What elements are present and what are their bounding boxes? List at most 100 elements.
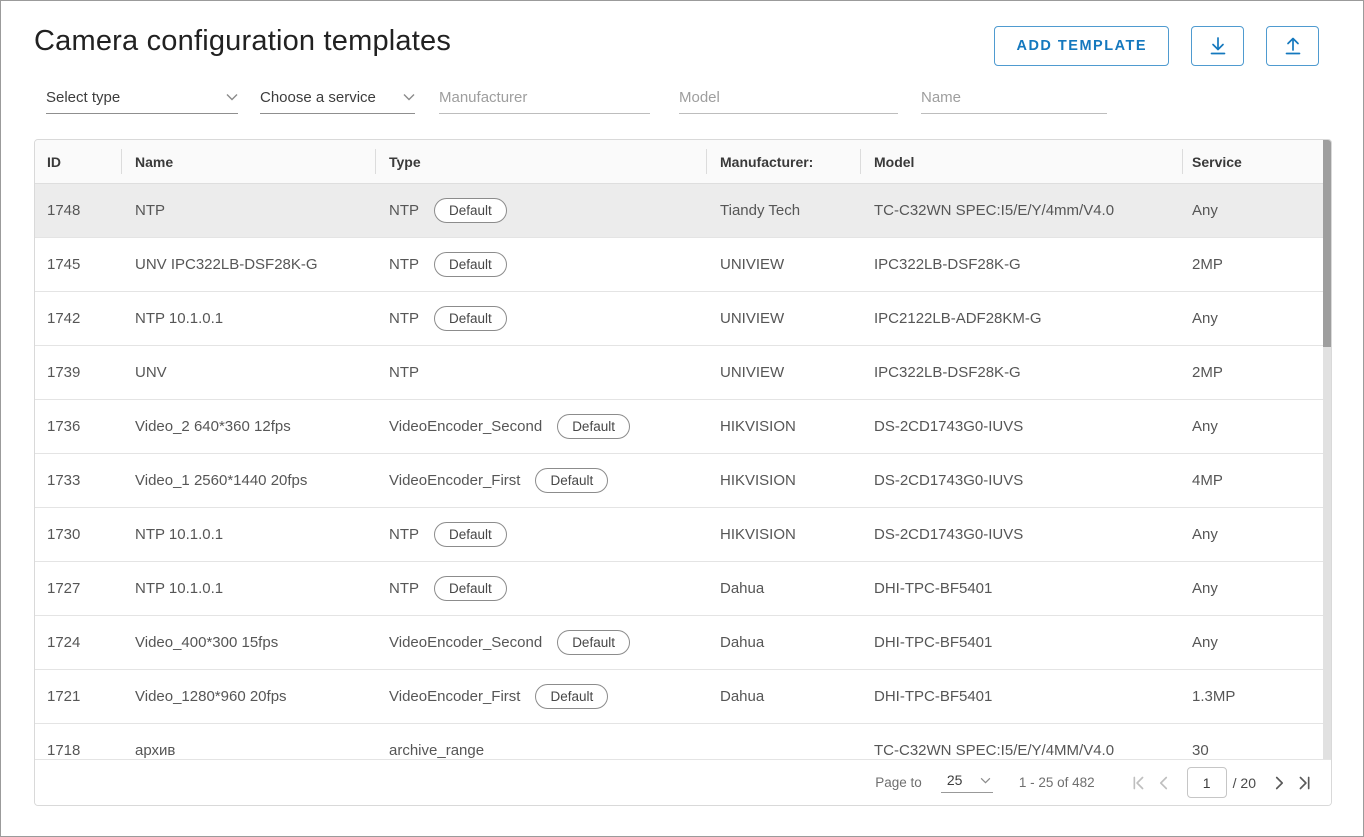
cell-service: Any — [1182, 634, 1331, 651]
model-input[interactable] — [679, 89, 898, 106]
cell-id: 1721 — [35, 688, 121, 705]
cell-type: NTP Default — [375, 198, 706, 223]
cell-model: DHI-TPC-BF5401 — [860, 634, 1182, 651]
table-body: 1748 NTP NTP Default Tiandy Tech TC-C32W… — [35, 184, 1331, 761]
last-page-icon — [1294, 772, 1316, 794]
table-header: ID Name Type Manufacturer: Model Service — [35, 140, 1331, 184]
name-input[interactable] — [921, 89, 1107, 106]
cell-manufacturer: Dahua — [706, 688, 860, 705]
cell-name: UNV — [121, 364, 375, 381]
cell-id: 1718 — [35, 742, 121, 759]
cell-name: Video_1280*960 20fps — [121, 688, 375, 705]
cell-type-label: VideoEncoder_Second — [389, 634, 542, 651]
cell-model: DS-2CD1743G0-IUVS — [860, 418, 1182, 435]
cell-service: 2MP — [1182, 256, 1331, 273]
cell-model: TC-C32WN SPEC:I5/E/Y/4mm/V4.0 — [860, 202, 1182, 219]
table-scrollbar[interactable] — [1323, 140, 1331, 760]
cell-model: IPC322LB-DSF28K-G — [860, 364, 1182, 381]
cell-model: DHI-TPC-BF5401 — [860, 580, 1182, 597]
cell-service: 4MP — [1182, 472, 1331, 489]
previous-page-button[interactable] — [1151, 770, 1177, 796]
manufacturer-input[interactable] — [439, 89, 650, 106]
cell-id: 1748 — [35, 202, 121, 219]
cell-type: VideoEncoder_Second Default — [375, 630, 706, 655]
table-row[interactable]: 1727 NTP 10.1.0.1 NTP Default Dahua DHI-… — [35, 562, 1331, 616]
cell-name: NTP 10.1.0.1 — [121, 526, 375, 543]
import-button[interactable] — [1191, 26, 1244, 66]
table-row[interactable]: 1724 Video_400*300 15fps VideoEncoder_Se… — [35, 616, 1331, 670]
cell-type-label: NTP — [389, 310, 419, 327]
service-select-value: Choose a service — [260, 89, 376, 106]
cell-id: 1736 — [35, 418, 121, 435]
cell-model: DS-2CD1743G0-IUVS — [860, 472, 1182, 489]
cell-name: Video_2 640*360 12fps — [121, 418, 375, 435]
cell-manufacturer: Tiandy Tech — [706, 202, 860, 219]
default-badge: Default — [434, 198, 507, 223]
chevron-down-icon — [226, 93, 238, 101]
first-page-icon — [1127, 772, 1149, 794]
cell-model: TC-C32WN SPEC:I5/E/Y/4MM/V4.0 — [860, 742, 1182, 759]
add-template-button[interactable]: ADD TEMPLATE — [994, 26, 1169, 66]
default-badge: Default — [434, 306, 507, 331]
top-actions: ADD TEMPLATE — [994, 26, 1319, 66]
service-select[interactable]: Choose a service — [260, 85, 415, 114]
last-page-button[interactable] — [1292, 770, 1318, 796]
cell-name: Video_1 2560*1440 20fps — [121, 472, 375, 489]
cell-type-label: NTP — [389, 364, 419, 381]
table-row[interactable]: 1721 Video_1280*960 20fps VideoEncoder_F… — [35, 670, 1331, 724]
column-header-type: Type — [375, 140, 706, 183]
download-icon — [1206, 34, 1230, 58]
table-row[interactable]: 1742 NTP 10.1.0.1 NTP Default UNIVIEW IP… — [35, 292, 1331, 346]
default-badge: Default — [434, 522, 507, 547]
default-badge: Default — [434, 576, 507, 601]
table-row[interactable]: 1739 UNV NTP UNIVIEW IPC322LB-DSF28K-G 2… — [35, 346, 1331, 400]
cell-manufacturer: UNIVIEW — [706, 364, 860, 381]
table-row[interactable]: 1718 архив archive_range TC-C32WN SPEC:I… — [35, 724, 1331, 761]
page-size-select[interactable]: 25 — [941, 772, 993, 793]
first-page-button[interactable] — [1125, 770, 1151, 796]
type-select[interactable]: Select type — [46, 85, 238, 114]
column-header-id: ID — [35, 140, 121, 183]
cell-service: 1.3MP — [1182, 688, 1331, 705]
default-badge: Default — [434, 252, 507, 277]
scrollbar-thumb[interactable] — [1323, 140, 1331, 347]
next-page-button[interactable] — [1266, 770, 1292, 796]
cell-model: IPC2122LB-ADF28KM-G — [860, 310, 1182, 327]
cell-service: Any — [1182, 202, 1331, 219]
cell-type-label: NTP — [389, 526, 419, 543]
chevron-down-icon — [980, 777, 991, 784]
upload-icon — [1281, 34, 1305, 58]
cell-name: архив — [121, 742, 375, 759]
cell-name: Video_400*300 15fps — [121, 634, 375, 651]
cell-type: NTP Default — [375, 252, 706, 277]
table-row[interactable]: 1733 Video_1 2560*1440 20fps VideoEncode… — [35, 454, 1331, 508]
column-header-manufacturer: Manufacturer: — [706, 140, 860, 183]
cell-model: IPC322LB-DSF28K-G — [860, 256, 1182, 273]
cell-type: VideoEncoder_First Default — [375, 468, 706, 493]
page-number-input[interactable] — [1187, 767, 1227, 798]
cell-name: UNV IPC322LB-DSF28K-G — [121, 256, 375, 273]
page-to-label: Page to — [875, 775, 922, 790]
model-field — [679, 85, 898, 114]
cell-manufacturer: UNIVIEW — [706, 310, 860, 327]
cell-type: NTP — [375, 364, 706, 381]
table-row[interactable]: 1736 Video_2 640*360 12fps VideoEncoder_… — [35, 400, 1331, 454]
cell-name: NTP 10.1.0.1 — [121, 310, 375, 327]
table-row[interactable]: 1730 NTP 10.1.0.1 NTP Default HIKVISION … — [35, 508, 1331, 562]
cell-id: 1742 — [35, 310, 121, 327]
filter-bar: Select type Choose a service — [46, 85, 1107, 114]
cell-manufacturer: HIKVISION — [706, 472, 860, 489]
cell-id: 1724 — [35, 634, 121, 651]
cell-service: 2MP — [1182, 364, 1331, 381]
table-row[interactable]: 1748 NTP NTP Default Tiandy Tech TC-C32W… — [35, 184, 1331, 238]
export-button[interactable] — [1266, 26, 1319, 66]
templates-table: ID Name Type Manufacturer: Model Service… — [34, 139, 1332, 806]
chevron-right-icon — [1268, 772, 1290, 794]
table-row[interactable]: 1745 UNV IPC322LB-DSF28K-G NTP Default U… — [35, 238, 1331, 292]
camera-templates-page: Camera configuration templates ADD TEMPL… — [0, 0, 1364, 837]
cell-type: VideoEncoder_Second Default — [375, 414, 706, 439]
cell-type-label: NTP — [389, 202, 419, 219]
chevron-left-icon — [1153, 772, 1175, 794]
cell-type: archive_range — [375, 742, 706, 759]
cell-type: VideoEncoder_First Default — [375, 684, 706, 709]
